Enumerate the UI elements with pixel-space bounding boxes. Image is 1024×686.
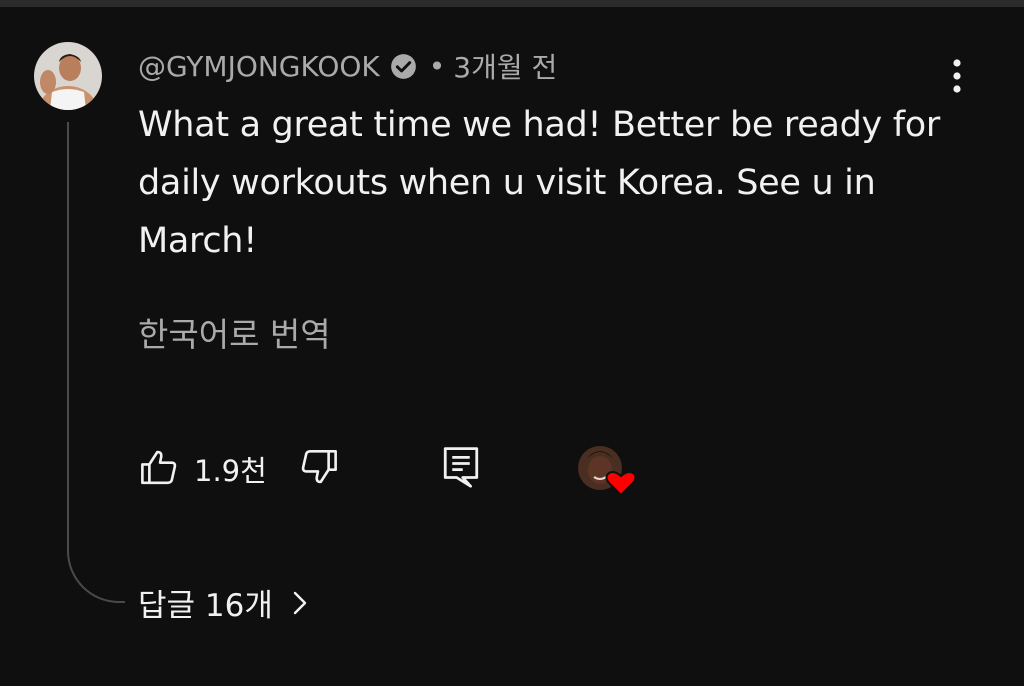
author-name[interactable]: @GYMJONGKOOK: [138, 50, 380, 83]
chevron-right-icon: [289, 587, 311, 619]
comment-actions: 1.9천: [138, 440, 658, 498]
header-separator: •: [428, 49, 446, 83]
verified-check-icon: [390, 53, 417, 80]
comment-timestamp[interactable]: 3개월 전: [453, 46, 557, 86]
replies-count-label: 답글 16개: [138, 588, 273, 624]
thumb-down-icon: [301, 449, 337, 484]
top-divider: [0, 0, 1024, 7]
creator-heart-icon: [578, 446, 637, 497]
translate-link[interactable]: 한국어로 번역: [138, 308, 331, 356]
reply-thread-line: [67, 122, 125, 603]
thumb-up-icon: [141, 450, 177, 485]
reply-comment-icon: [443, 447, 479, 488]
avatar-image: [34, 42, 102, 110]
creator-heart-badge: [576, 442, 638, 498]
more-options-button[interactable]: [940, 56, 974, 96]
comment-body: What a great time we had! Better be read…: [138, 105, 941, 261]
author-avatar[interactable]: [34, 42, 102, 110]
comment-header: @GYMJONGKOOK • 3개월 전: [138, 44, 557, 88]
like-count: 1.9천: [194, 454, 267, 488]
like-button[interactable]: [138, 446, 180, 488]
view-replies-button[interactable]: 답글 16개: [138, 580, 311, 625]
more-vert-icon: [953, 59, 961, 93]
reply-button[interactable]: [440, 444, 482, 490]
dislike-button[interactable]: [298, 446, 340, 488]
